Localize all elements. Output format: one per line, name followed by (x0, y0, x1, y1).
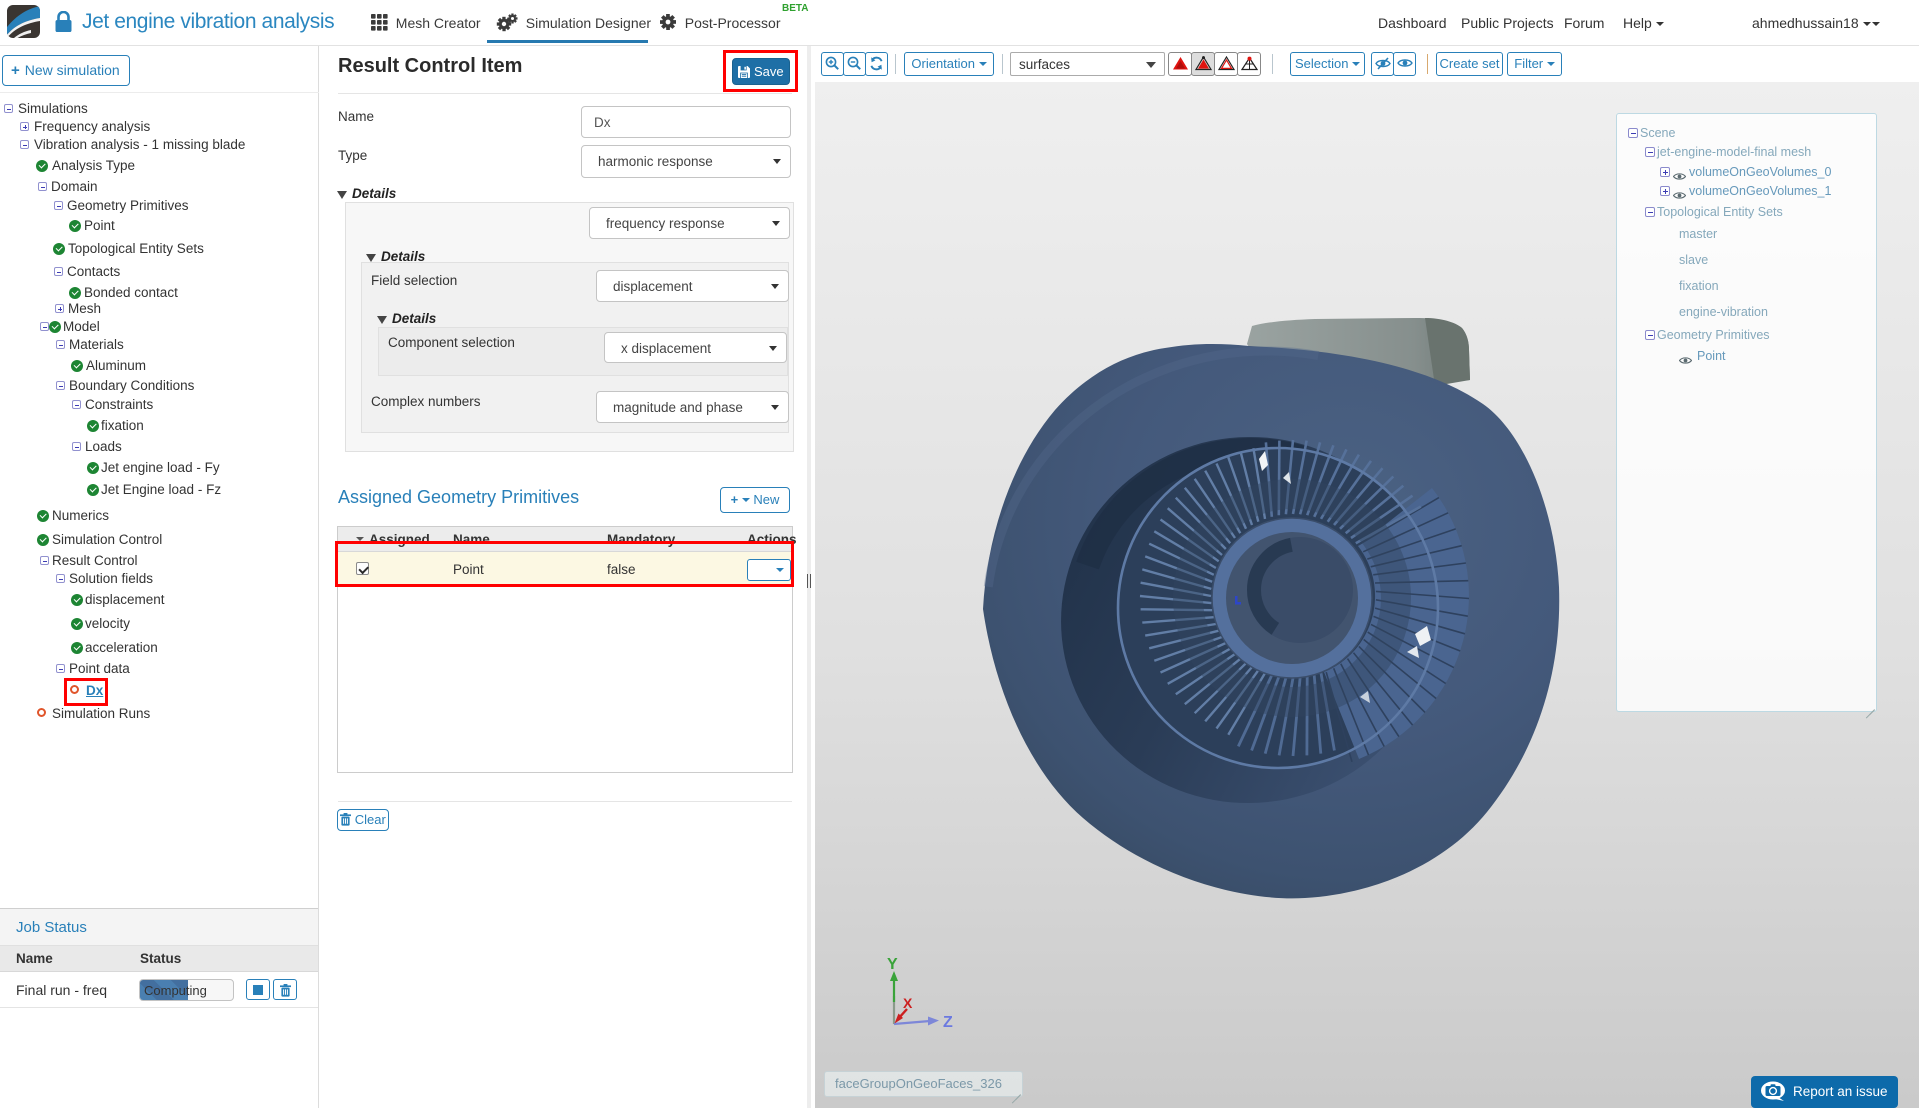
svg-text:X: X (903, 995, 913, 1011)
svg-text:Z: Z (943, 1014, 953, 1031)
svg-text:Y: Y (887, 956, 898, 973)
